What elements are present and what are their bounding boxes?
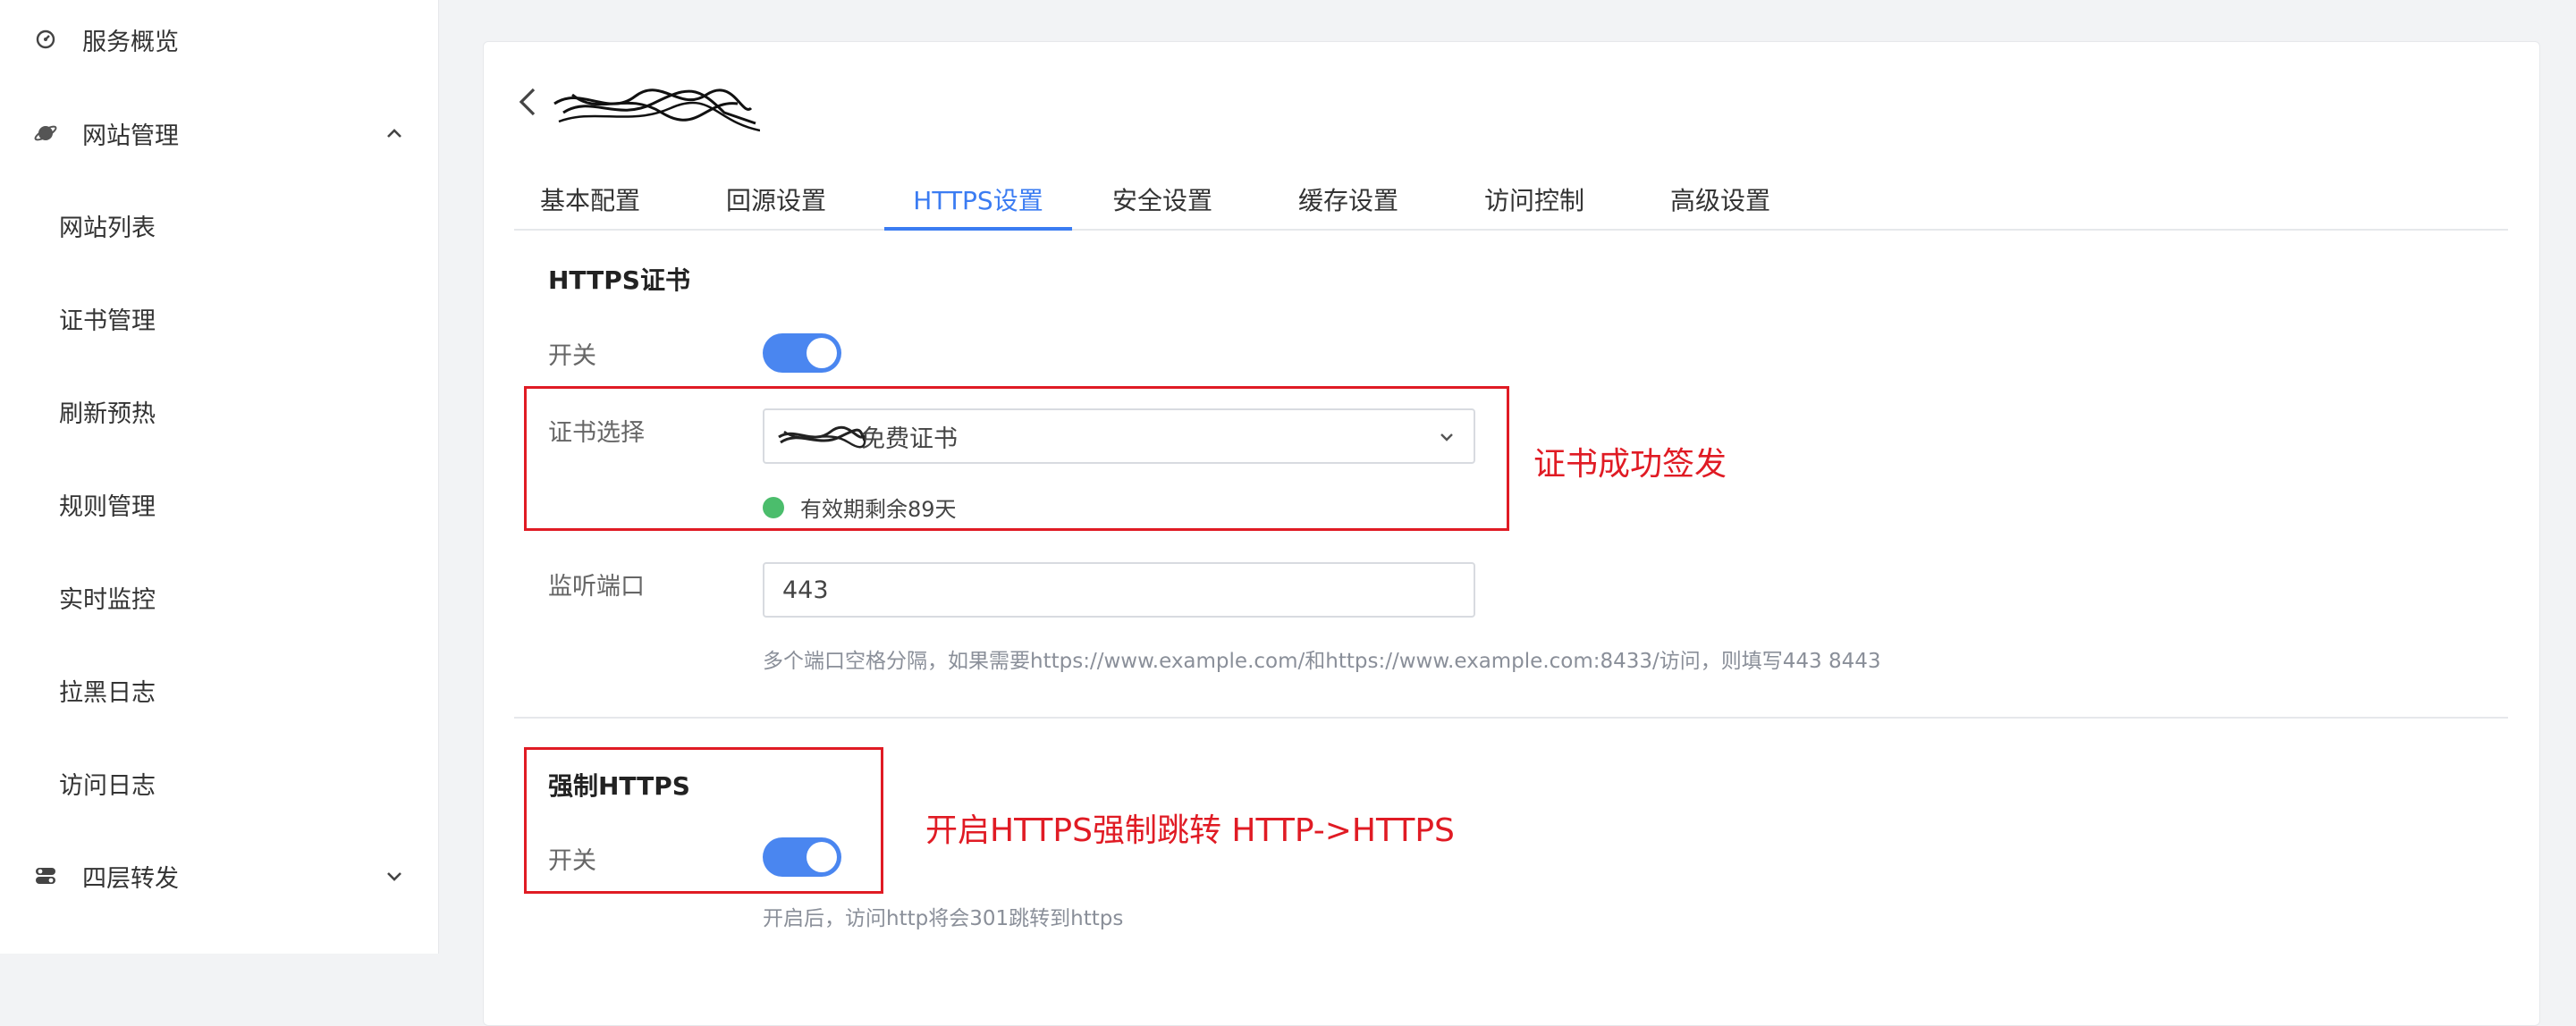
sidebar-item-realtime-monitor[interactable]: 实时监控 xyxy=(0,570,438,624)
tab-basic[interactable]: 基本配置 xyxy=(514,172,666,227)
settings-tabs: 基本配置 回源设置 HTTPS设置 安全设置 缓存设置 访问控制 高级设置 xyxy=(514,172,2508,231)
sidebar-item-block-log[interactable]: 拉黑日志 xyxy=(0,663,438,717)
sidebar: 服务概览 网站管理 网站列表 证书管理 刷新预热 规则管理 实时监控 拉黑日志 … xyxy=(0,0,439,954)
tab-advanced[interactable]: 高级设置 xyxy=(1644,172,1796,227)
port-input-value: 443 xyxy=(782,576,829,604)
tab-https[interactable]: HTTPS设置 xyxy=(884,172,1072,227)
toggle-icon xyxy=(34,864,57,887)
globe-icon xyxy=(34,122,57,145)
sidebar-item-label: 网站列表 xyxy=(59,214,156,242)
annotation-box-force xyxy=(524,747,883,894)
sidebar-item-label: 规则管理 xyxy=(59,492,156,521)
chevron-down-icon xyxy=(387,872,401,881)
sidebar-item-label: 拉黑日志 xyxy=(59,678,156,707)
https-switch-label: 开关 xyxy=(548,342,596,370)
chevron-up-icon xyxy=(387,129,401,138)
arrow-left-icon[interactable] xyxy=(514,86,541,118)
section-divider xyxy=(514,717,2508,719)
dashboard-icon xyxy=(34,28,57,51)
tab-security[interactable]: 安全设置 xyxy=(1086,172,1238,227)
sidebar-item-overview[interactable]: 服务概览 xyxy=(0,13,438,66)
tab-cache[interactable]: 缓存设置 xyxy=(1272,172,1424,227)
port-label: 监听端口 xyxy=(548,573,645,601)
sidebar-item-label: 证书管理 xyxy=(59,307,156,335)
sidebar-item-refresh-preload[interactable]: 刷新预热 xyxy=(0,384,438,438)
sidebar-item-label: 实时监控 xyxy=(59,585,156,614)
sidebar-item-label: 刷新预热 xyxy=(59,399,156,428)
sidebar-item-site-list[interactable]: 网站列表 xyxy=(0,198,438,252)
sidebar-item-label: 服务概览 xyxy=(82,28,179,56)
redacted-site-name xyxy=(553,88,760,132)
toggle-knob xyxy=(807,338,837,368)
port-input[interactable]: 443 xyxy=(763,562,1475,618)
sidebar-item-layer4-forward[interactable]: 四层转发 xyxy=(0,849,438,903)
port-hint: 多个端口空格分隔，如果需要https://www.example.com/和ht… xyxy=(763,650,1881,673)
https-cert-title: HTTPS证书 xyxy=(548,265,690,295)
sidebar-item-label: 四层转发 xyxy=(82,864,179,893)
https-switch-toggle[interactable] xyxy=(763,333,841,373)
sidebar-item-label: 网站管理 xyxy=(82,122,179,150)
sidebar-item-site-management[interactable]: 网站管理 xyxy=(0,106,438,160)
sidebar-item-rules[interactable]: 规则管理 xyxy=(0,477,438,531)
tab-origin[interactable]: 回源设置 xyxy=(700,172,852,227)
annotation-cert-issued: 证书成功签发 xyxy=(1533,446,1727,483)
tab-access-control[interactable]: 访问控制 xyxy=(1458,172,1610,227)
sidebar-item-label: 访问日志 xyxy=(59,771,156,800)
active-tab-indicator xyxy=(884,227,1072,231)
force-https-hint: 开启后，访问http将会301跳转到https xyxy=(763,907,1124,930)
sidebar-item-access-log[interactable]: 访问日志 xyxy=(0,756,438,810)
annotation-force-redirect: 开启HTTPS强制跳转 HTTP->HTTPS xyxy=(925,812,1455,849)
annotation-box-cert xyxy=(524,386,1509,531)
sidebar-item-cert-management[interactable]: 证书管理 xyxy=(0,291,438,345)
